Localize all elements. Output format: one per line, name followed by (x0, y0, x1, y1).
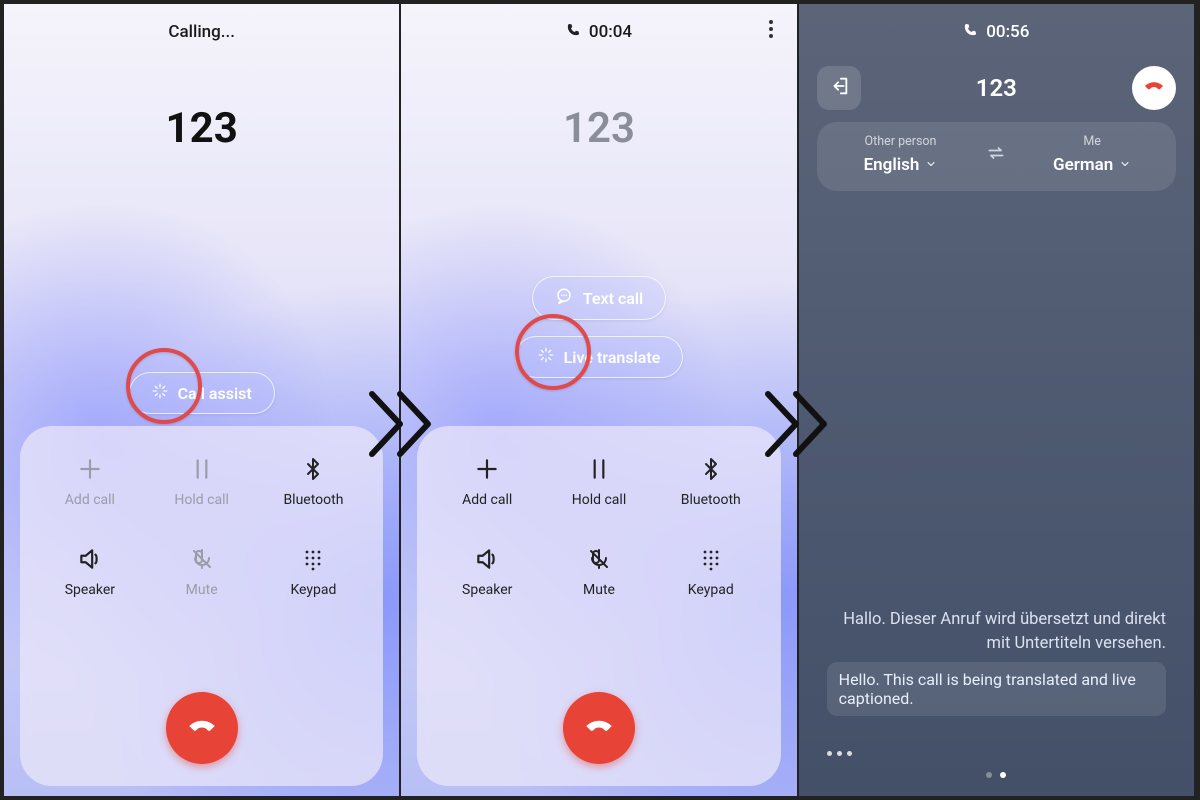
speaker-label: Speaker (65, 582, 115, 598)
call-timer-row: 00:04 (401, 22, 796, 42)
caption-translation: Hello. This call is being translated and… (827, 662, 1166, 716)
add-call-label: Add call (65, 492, 115, 508)
call-status: Calling... (4, 22, 399, 42)
other-language-value: English (864, 155, 920, 175)
speaker-button[interactable]: Speaker (34, 544, 146, 598)
caption-area: Hallo. Dieser Anruf wird übersetzt und d… (827, 608, 1166, 716)
mute-icon (187, 544, 217, 574)
chevron-down-icon (1119, 155, 1131, 175)
triptych: Calling... 123 Call assist Add call Hold… (0, 0, 1200, 800)
call-timer: 00:56 (986, 22, 1029, 42)
more-menu-button[interactable] (769, 20, 773, 38)
me-language-value: German (1053, 155, 1113, 175)
keypad-icon (298, 544, 328, 574)
swap-languages-button[interactable] (976, 143, 1016, 167)
swap-icon (986, 143, 1006, 167)
contact-number: 123 (976, 74, 1017, 102)
bluetooth-icon (298, 454, 328, 484)
bluetooth-label: Bluetooth (681, 492, 741, 508)
bluetooth-label: Bluetooth (283, 492, 343, 508)
phone-icon (963, 22, 978, 42)
panel-calling: Calling... 123 Call assist Add call Hold… (4, 4, 401, 796)
text-call-button[interactable]: Text call (532, 276, 666, 320)
mute-label: Mute (583, 582, 615, 598)
mute-button[interactable]: Mute (146, 544, 258, 598)
pager-dots (799, 772, 1194, 778)
phone-icon (566, 22, 581, 42)
chevron-down-icon (925, 155, 937, 175)
panel-incall: 00:04 123 Text call Live translate (401, 4, 798, 796)
pause-icon (584, 454, 614, 484)
speaker-icon (472, 544, 502, 574)
call-controls-sheet: Add call Hold call Bluetooth Speaker Mut… (20, 426, 383, 786)
end-call-button[interactable] (563, 692, 635, 764)
panel-translate: 00:56 123 Other person English (799, 4, 1196, 796)
contact-number: 123 (4, 104, 399, 153)
hold-call-label: Hold call (174, 492, 229, 508)
call-controls-sheet: Add call Hold call Bluetooth Speaker Mut… (417, 426, 780, 786)
sparkle-icon (538, 347, 554, 367)
speaker-icon (75, 544, 105, 574)
controls-grid: Add call Hold call Bluetooth Speaker Mut… (34, 454, 369, 598)
call-status-text: Calling... (168, 22, 235, 42)
pause-icon (187, 454, 217, 484)
caption-source: Hallo. Dieser Anruf wird übersetzt und d… (827, 608, 1166, 656)
plus-icon (472, 454, 502, 484)
bluetooth-button[interactable]: Bluetooth (258, 454, 370, 508)
language-selector-card: Other person English Me German (817, 122, 1176, 191)
speaker-button[interactable]: Speaker (431, 544, 543, 598)
more-button[interactable] (827, 751, 852, 756)
add-call-label: Add call (462, 492, 512, 508)
speaker-label: Speaker (462, 582, 512, 598)
live-translate-button[interactable]: Live translate (515, 336, 684, 378)
mute-icon (584, 544, 614, 574)
controls-grid: Add call Hold call Bluetooth Speaker Mut… (431, 454, 766, 598)
keypad-icon (696, 544, 726, 574)
call-timer-row: 00:56 (799, 22, 1194, 42)
keypad-label: Keypad (290, 582, 336, 598)
phone-hangup-icon (582, 709, 616, 747)
phone-hangup-icon (1142, 74, 1166, 102)
other-language-button[interactable]: Other person English (825, 134, 977, 175)
me-language-button[interactable]: Me German (1016, 134, 1168, 175)
hold-call-button[interactable]: Hold call (146, 454, 258, 508)
call-timer: 00:04 (589, 22, 632, 42)
sparkle-icon (152, 383, 168, 403)
bluetooth-button[interactable]: Bluetooth (655, 454, 767, 508)
call-assist-label: Call assist (178, 384, 252, 403)
keypad-label: Keypad (688, 582, 734, 598)
hold-call-button[interactable]: Hold call (543, 454, 655, 508)
keypad-button[interactable]: Keypad (655, 544, 767, 598)
end-call-button[interactable] (166, 692, 238, 764)
contact-number: 123 (401, 104, 796, 153)
exit-icon (828, 75, 850, 101)
live-translate-label: Live translate (564, 348, 661, 367)
keypad-button[interactable]: Keypad (258, 544, 370, 598)
translate-topbar: 123 (817, 66, 1176, 110)
call-assist-button[interactable]: Call assist (129, 372, 275, 414)
end-call-mini-button[interactable] (1132, 66, 1176, 110)
text-call-label: Text call (583, 289, 643, 308)
bluetooth-icon (696, 454, 726, 484)
hold-call-label: Hold call (572, 492, 627, 508)
me-label: Me (1016, 134, 1168, 149)
mute-button[interactable]: Mute (543, 544, 655, 598)
back-button[interactable] (817, 66, 861, 110)
chat-icon (555, 287, 573, 309)
add-call-button[interactable]: Add call (431, 454, 543, 508)
plus-icon (75, 454, 105, 484)
other-label: Other person (825, 134, 977, 149)
phone-hangup-icon (185, 709, 219, 747)
add-call-button[interactable]: Add call (34, 454, 146, 508)
mute-label: Mute (186, 582, 218, 598)
